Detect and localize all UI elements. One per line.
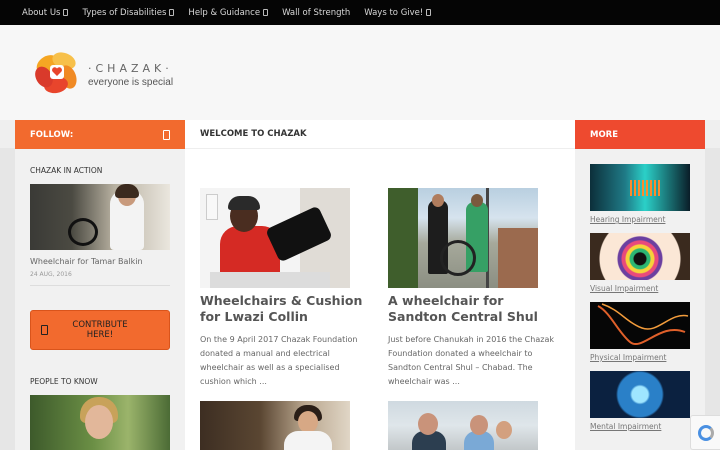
mental-impairment-image[interactable] xyxy=(590,371,690,418)
brand-tagline: everyone is special xyxy=(88,77,174,88)
post-excerpt: On the 9 April 2017 Chazak Foundation do… xyxy=(200,335,358,386)
contribute-label: CONTRIBUTE HERE! xyxy=(72,320,128,340)
wall-shape xyxy=(498,228,538,288)
person-head xyxy=(471,194,483,207)
right-sidebar: MORE Hearing Impairment Visual Impairmen… xyxy=(575,120,705,450)
person-face xyxy=(470,415,488,435)
in-action-post-date: 24 AUG, 2016 xyxy=(30,271,72,278)
recaptcha-badge[interactable] xyxy=(690,415,720,450)
background-strip xyxy=(705,148,720,450)
tamar-balkin-photo[interactable] xyxy=(30,184,170,250)
disability-item-visual: Visual Impairment xyxy=(590,233,690,293)
hearing-impairment-link[interactable]: Hearing Impairment xyxy=(590,215,690,224)
main-content: WELCOME TO CHAZAK Wheelchairs & Cushion … xyxy=(185,120,575,450)
tree-shape xyxy=(388,188,418,288)
brand-name: ·CHAZAK· xyxy=(88,62,173,75)
sound-bars-shape xyxy=(630,180,660,196)
nav-label: Types of Disabilities xyxy=(82,7,167,18)
nerve-lines-shape xyxy=(597,303,689,345)
background-strip xyxy=(0,148,15,450)
person-hair xyxy=(115,184,139,198)
post-card-lwazi: Wheelchairs & Cushion for Lwazi Collin O… xyxy=(200,188,370,389)
sandton-shul-photo[interactable] xyxy=(388,188,538,288)
post-card-3 xyxy=(200,401,370,450)
more-bar: MORE xyxy=(575,120,705,149)
top-navigation: About Us Types of Disabilities Help & Gu… xyxy=(0,0,720,25)
recaptcha-icon xyxy=(698,425,714,441)
post-title[interactable]: Wheelchairs & Cushion for Lwazi Collin xyxy=(200,293,370,325)
chazak-logo-icon[interactable] xyxy=(32,47,82,97)
nav-item-help-guidance[interactable]: Help & Guidance xyxy=(188,7,269,18)
person-cap xyxy=(228,196,260,210)
disability-item-mental: Mental Impairment xyxy=(590,371,690,431)
mental-impairment-link[interactable]: Mental Impairment xyxy=(590,422,690,431)
person-shirt xyxy=(284,431,332,450)
dropdown-icon xyxy=(169,9,175,16)
calendar-shape xyxy=(206,194,218,220)
wheelchair-shape xyxy=(440,240,476,276)
main-heading-bar: WELCOME TO CHAZAK xyxy=(185,120,575,149)
chazak-in-action-heading: CHAZAK IN ACTION xyxy=(30,166,103,175)
people-to-know-heading: PEOPLE TO KNOW xyxy=(30,377,98,386)
follow-bar: FOLLOW: xyxy=(15,120,185,149)
visual-impairment-image[interactable] xyxy=(590,233,690,280)
visual-impairment-link[interactable]: Visual Impairment xyxy=(590,284,690,293)
wheelchair-shape xyxy=(68,218,98,246)
lwazi-photo[interactable] xyxy=(200,188,350,288)
post-card-sandton: A wheelchair for Sandton Central Shul Ju… xyxy=(388,188,558,389)
disability-item-hearing: Hearing Impairment xyxy=(590,164,690,224)
dropdown-icon xyxy=(63,9,69,16)
follow-label: FOLLOW: xyxy=(30,129,74,140)
nav-item-ways-to-give[interactable]: Ways to Give! xyxy=(364,7,432,18)
donate-icon xyxy=(41,325,48,335)
person-face xyxy=(418,413,438,435)
nav-item-wall-of-strength[interactable]: Wall of Strength xyxy=(282,8,350,18)
person-face xyxy=(85,405,113,439)
nav-item-about-us[interactable]: About Us xyxy=(22,7,69,18)
nav-item-types-of-disabilities[interactable]: Types of Disabilities xyxy=(82,7,175,18)
physical-impairment-link[interactable]: Physical Impairment xyxy=(590,353,690,362)
box-shape xyxy=(210,272,330,288)
post-title[interactable]: A wheelchair for Sandton Central Shul xyxy=(388,293,558,325)
site-header: ·CHAZAK· everyone is special xyxy=(0,25,720,120)
brand: ·CHAZAK· everyone is special xyxy=(88,62,173,88)
contribute-button[interactable]: CONTRIBUTE HERE! xyxy=(30,310,170,350)
left-sidebar: FOLLOW: CHAZAK IN ACTION Wheelchair for … xyxy=(15,120,185,450)
main-heading: WELCOME TO CHAZAK xyxy=(200,129,307,139)
nav-label: Ways to Give! xyxy=(364,7,424,18)
disability-item-physical: Physical Impairment xyxy=(590,302,690,362)
dropdown-icon xyxy=(263,9,269,16)
people-to-know-photo[interactable] xyxy=(30,395,170,450)
social-icon[interactable] xyxy=(163,129,170,140)
nav-label: Wall of Strength xyxy=(282,7,351,18)
post-excerpt: Just before Chanukah in 2016 the Chazak … xyxy=(388,335,554,386)
person-face xyxy=(298,411,318,433)
person-head xyxy=(432,194,444,207)
person-face xyxy=(496,421,512,439)
post-photo[interactable] xyxy=(200,401,350,450)
physical-impairment-image[interactable] xyxy=(590,302,690,349)
divider xyxy=(30,285,170,286)
nav-label: About Us xyxy=(22,7,61,18)
nav-label: Help & Guidance xyxy=(188,7,261,18)
dropdown-icon xyxy=(426,9,432,16)
in-action-post-title[interactable]: Wheelchair for Tamar Balkin xyxy=(30,257,143,266)
more-label: MORE xyxy=(590,129,619,140)
hearing-impairment-image[interactable] xyxy=(590,164,690,211)
post-card-4 xyxy=(388,401,558,450)
post-photo[interactable] xyxy=(388,401,538,450)
